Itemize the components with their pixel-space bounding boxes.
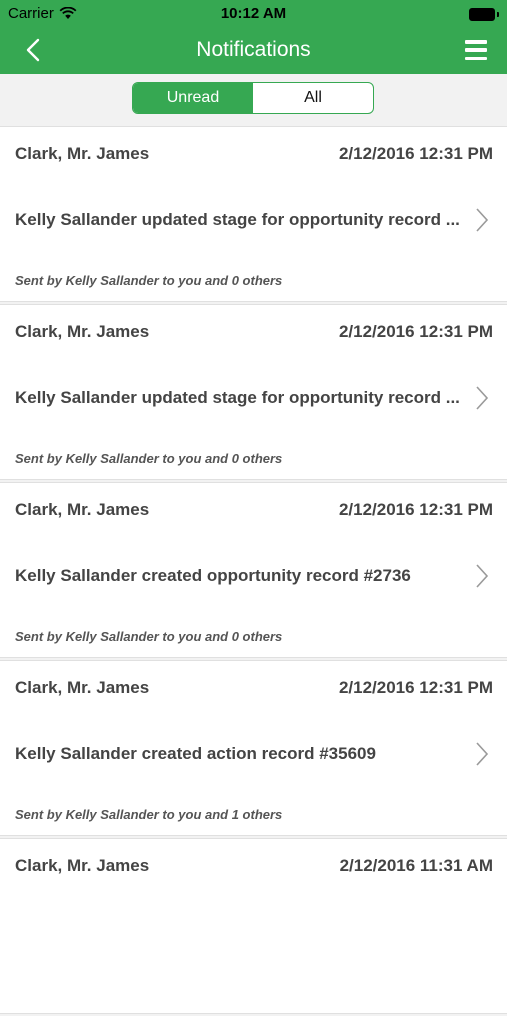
notification-date: 2/12/2016 12:31 PM [338, 144, 493, 163]
notification-date: 2/12/2016 12:31 PM [338, 678, 493, 697]
filter-all-tab[interactable]: All [253, 83, 373, 113]
notification-item[interactable]: Clark, Mr. James 2/12/2016 12:31 PM Kell… [0, 482, 507, 658]
notification-contact: Clark, Mr. James [15, 144, 150, 163]
notification-message: Kelly Sallander updated stage for opport… [15, 210, 460, 229]
menu-line [465, 56, 487, 60]
notification-contact: Clark, Mr. James [15, 322, 150, 341]
notification-item[interactable]: Clark, Mr. James 2/12/2016 12:31 PM Kell… [0, 304, 507, 480]
status-bar: Carrier 10:12 AM [0, 0, 507, 28]
notification-date: 2/12/2016 11:31 AM [339, 856, 493, 875]
menu-line [465, 40, 487, 44]
notification-contact: Clark, Mr. James [15, 500, 150, 519]
top-bar: Carrier 10:12 AM Notifications [0, 0, 507, 74]
navigation-bar: Notifications [0, 28, 507, 74]
filter-unread-tab[interactable]: Unread [133, 83, 253, 113]
notification-message: Kelly Sallander updated stage for opport… [15, 388, 460, 407]
notification-sender: Sent by Kelly Sallander to you and 1 oth… [15, 807, 283, 822]
notification-sender: Sent by Kelly Sallander to you and 0 oth… [15, 273, 283, 288]
chevron-right-icon [476, 386, 489, 410]
notification-item[interactable]: Clark, Mr. James 2/12/2016 12:31 PM Kell… [0, 660, 507, 836]
page-title: Notifications [196, 38, 311, 61]
notification-date: 2/12/2016 12:31 PM [338, 322, 493, 341]
chevron-right-icon [476, 742, 489, 766]
notification-sender: Sent by Kelly Sallander to you and 0 oth… [15, 451, 283, 466]
notification-message: Kelly Sallander created action record #3… [15, 744, 376, 763]
notification-item[interactable]: Clark, Mr. James 2/12/2016 12:31 PM Kell… [0, 126, 507, 302]
battery-icon [469, 8, 499, 21]
notification-item[interactable]: Clark, Mr. James 2/12/2016 11:31 AM [0, 838, 507, 1014]
notification-message: Kelly Sallander created opportunity reco… [15, 566, 411, 585]
chevron-right-icon [476, 208, 489, 232]
notification-contact: Clark, Mr. James [15, 678, 150, 697]
notification-list: Clark, Mr. James 2/12/2016 12:31 PM Kell… [0, 126, 507, 1016]
chevron-right-icon [476, 564, 489, 588]
menu-line [465, 48, 487, 52]
hamburger-menu-icon[interactable] [465, 40, 487, 60]
notification-contact: Clark, Mr. James [15, 856, 150, 875]
notification-date: 2/12/2016 12:31 PM [338, 500, 493, 519]
notification-sender: Sent by Kelly Sallander to you and 0 oth… [15, 629, 283, 644]
filter-segmented-control: Unread All [132, 82, 374, 114]
status-time: 10:12 AM [220, 5, 287, 22]
